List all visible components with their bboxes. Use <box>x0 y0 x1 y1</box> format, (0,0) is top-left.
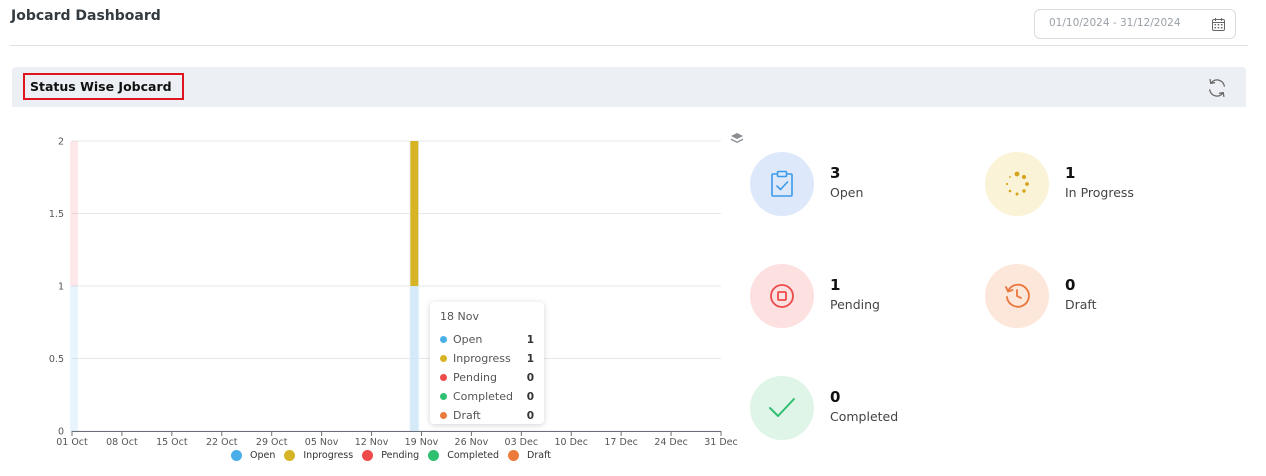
stat-open[interactable]: 3 Open <box>750 152 863 216</box>
legend-item-completed[interactable]: Completed <box>428 450 499 461</box>
x-tick-label: 26 Nov <box>455 437 489 448</box>
x-tick-label: 05 Nov <box>305 437 339 448</box>
stat-label: Draft <box>1065 297 1097 312</box>
legend-label: Pending <box>381 450 420 461</box>
x-tick-label: 31 Dec <box>704 437 738 448</box>
x-tick-label: 12 Nov <box>355 437 389 448</box>
tooltip-label: Open <box>453 333 483 346</box>
tooltip-label: Inprogress <box>453 352 511 365</box>
stat-pending-circle <box>750 264 814 328</box>
stat-open-text: 3 Open <box>830 164 863 200</box>
tooltip-row: Pending 0 <box>440 368 534 387</box>
status-chart-svg: 0 0.5 1 1.5 2 01 Oct 08 Oct 15 Oct 22 Oct 29 Oct 0… <box>49 137 738 449</box>
spinner-icon <box>1005 171 1029 196</box>
legend-label: Open <box>250 450 276 461</box>
stat-draft-text: 0 Draft <box>1065 276 1097 312</box>
x-tick-label: 22 Oct <box>206 437 238 448</box>
stat-count: 3 <box>830 164 841 182</box>
stat-in-progress[interactable]: 1 In Progress <box>985 152 1134 216</box>
x-tick-label: 08 Oct <box>106 437 138 448</box>
y-tick-label: 2 <box>58 137 64 148</box>
x-tick-label: 01 Oct <box>56 437 88 448</box>
stat-count: 1 <box>1065 164 1076 182</box>
tooltip-label: Draft <box>453 409 481 422</box>
x-tick-label: 15 Oct <box>156 437 188 448</box>
chart-toolbox-icon[interactable] <box>730 132 744 146</box>
stat-draft-circle <box>985 264 1049 328</box>
status-chart: 0 0.5 1 1.5 2 01 Oct 08 Oct 15 Oct 22 Oct 29 Oct 0… <box>0 0 1266 476</box>
tooltip-label: Completed <box>453 390 513 403</box>
tooltip-value: 1 <box>526 333 534 346</box>
stat-in-progress-circle <box>985 152 1049 216</box>
stat-in-progress-text: 1 In Progress <box>1065 164 1134 200</box>
stat-pending[interactable]: 1 Pending <box>750 264 880 328</box>
checkmark-icon <box>769 398 795 417</box>
legend-dot <box>231 450 242 461</box>
clipboard-check-icon <box>771 170 793 197</box>
legend-label: Draft <box>527 450 551 461</box>
bar-open <box>410 286 419 431</box>
legend-item-open[interactable]: Open <box>231 450 275 461</box>
stop-circle-icon <box>770 284 794 308</box>
legend-dot <box>428 450 440 461</box>
stat-completed-text: 0 Completed <box>830 388 898 424</box>
stat-draft[interactable]: 0 Draft <box>985 264 1097 328</box>
tooltip-value: 0 <box>526 409 534 422</box>
stat-label: In Progress <box>1065 185 1134 200</box>
x-tick-label: 10 Dec <box>554 437 588 448</box>
tooltip-value: 1 <box>526 352 534 365</box>
stat-count: 0 <box>830 388 841 406</box>
x-tick-label: 24 Dec <box>654 437 688 448</box>
stat-label: Open <box>830 185 864 200</box>
legend-dot <box>362 450 374 461</box>
tooltip-dot-pending <box>440 374 447 381</box>
legend-item-draft[interactable]: Draft <box>508 450 551 461</box>
x-tick-label: 29 Oct <box>256 437 288 448</box>
y-tick-label: 0 <box>58 427 64 438</box>
tooltip-value: 0 <box>526 371 534 384</box>
chart-tooltip: 18 Nov Open 1 Inprogress 1 Pending 0 Comple… <box>430 302 544 424</box>
tooltip-date: 18 Nov <box>440 310 479 323</box>
bar-pending <box>70 141 78 286</box>
stat-count: 1 <box>830 276 841 294</box>
legend-dot <box>284 450 296 461</box>
tooltip-dot-completed <box>440 393 447 400</box>
tooltip-dot-draft <box>440 412 447 419</box>
stat-open-circle <box>750 152 814 216</box>
legend-label: Inprogress <box>303 450 354 461</box>
stat-label: Completed <box>830 409 899 424</box>
x-tick-label: 03 Dec <box>505 437 539 448</box>
bar-inprogress <box>410 141 419 286</box>
stat-label: Pending <box>830 297 880 312</box>
y-tick-label: 1.5 <box>49 209 64 220</box>
stat-completed-circle <box>750 376 814 440</box>
tooltip-row: Inprogress 1 <box>440 349 534 368</box>
legend-dot <box>508 450 520 461</box>
legend-item-inprogress[interactable]: Inprogress <box>284 450 353 461</box>
bar-open <box>70 286 78 431</box>
stat-count: 0 <box>1065 276 1076 294</box>
x-tick-label: 17 Dec <box>604 437 638 448</box>
stat-pending-text: 1 Pending <box>830 276 880 312</box>
y-tick-label: 1 <box>58 282 64 293</box>
x-tick-label: 19 Nov <box>405 437 439 448</box>
chart-legend: Open Inprogress Pending Completed Draft <box>231 450 560 461</box>
stat-completed[interactable]: 0 Completed <box>750 376 898 440</box>
tooltip-row: Open 1 <box>440 330 534 349</box>
legend-item-pending[interactable]: Pending <box>362 450 419 461</box>
history-clock-icon <box>1005 283 1030 308</box>
tooltip-dot-inprogress <box>440 355 447 362</box>
tooltip-label: Pending <box>453 371 497 384</box>
tooltip-value: 0 <box>526 390 534 403</box>
tooltip-dot-open <box>440 336 447 343</box>
tooltip-row: Completed 0 <box>440 387 534 406</box>
y-tick-label: 0.5 <box>49 354 64 365</box>
tooltip-row: Draft 0 <box>440 406 534 425</box>
legend-label: Completed <box>447 450 500 461</box>
